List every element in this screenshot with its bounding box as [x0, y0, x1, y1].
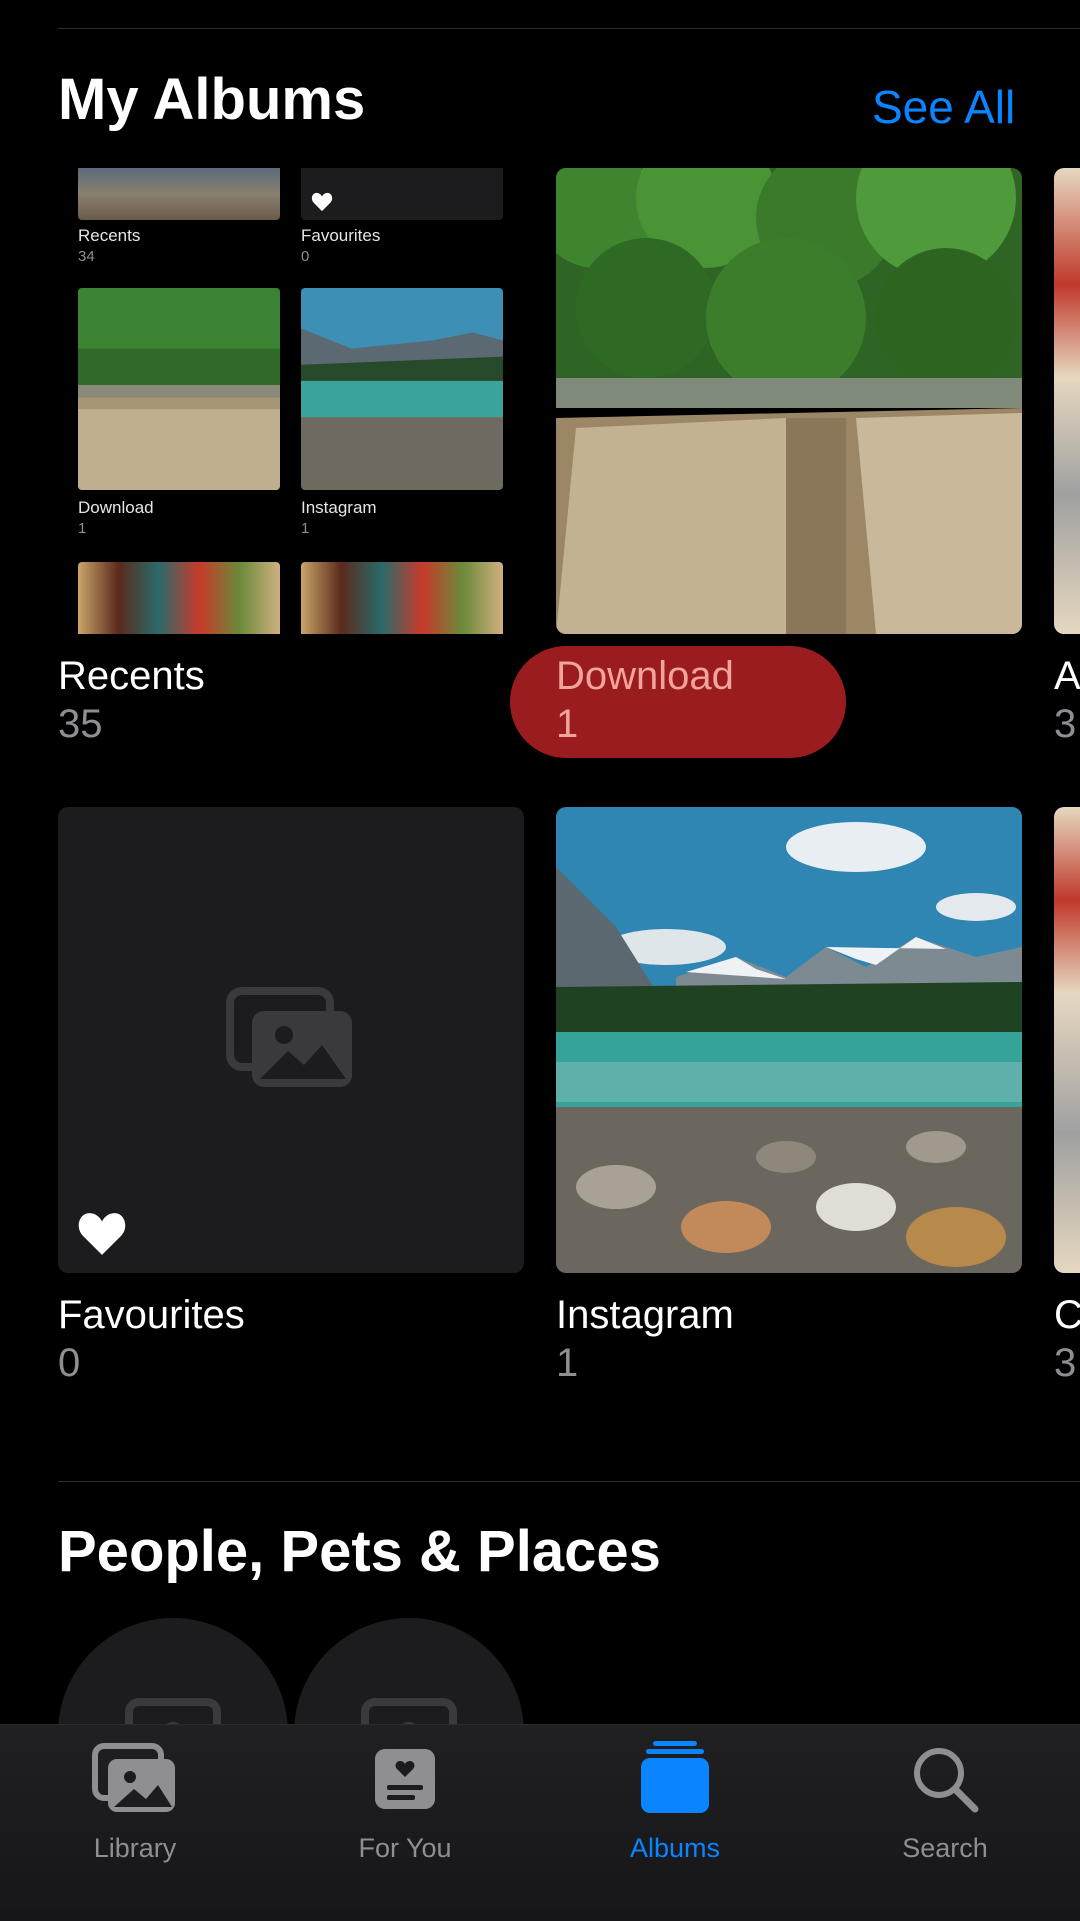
album-recents-thumbnail[interactable]: Recents 34 Favourites 0 Download 1 Insta…: [58, 168, 524, 634]
photos-stack-icon: [92, 1743, 175, 1812]
album-favourites-name: Favourites: [58, 1293, 245, 1337]
tab-library[interactable]: Library: [0, 1725, 270, 1921]
tab-for-you-label: For You: [358, 1833, 452, 1863]
see-all-button[interactable]: See All: [872, 80, 1015, 134]
heart-icon: [78, 1213, 126, 1255]
album-download-thumbnail[interactable]: [556, 168, 1022, 634]
mini-recents-thumb: [78, 168, 280, 220]
mini-instagram-count: 1: [301, 520, 310, 537]
album-c-name: C: [1054, 1293, 1080, 1337]
mini-instagram-name: Instagram: [301, 498, 377, 517]
mini-album-thumb: [78, 562, 280, 634]
mini-download-name: Download: [78, 498, 154, 517]
album-c-thumbnail[interactable]: [1054, 807, 1080, 1273]
albums-icon: [641, 1741, 709, 1813]
tab-search-label: Search: [902, 1833, 988, 1863]
for-you-icon: [375, 1749, 435, 1809]
mini-download-thumb: [78, 288, 280, 490]
my-albums-title: My Albums: [58, 67, 366, 132]
tab-search[interactable]: Search: [810, 1725, 1080, 1921]
album-recents-count: 35: [58, 702, 103, 746]
section-divider: [58, 1481, 1080, 1482]
album-instagram-count: 1: [556, 1341, 579, 1385]
heart-icon: [311, 192, 333, 212]
album-c-count: 3: [1054, 1341, 1077, 1385]
album-instagram-name: Instagram: [556, 1293, 734, 1337]
mini-download-count: 1: [78, 520, 87, 537]
mini-favourites-count: 0: [301, 248, 310, 265]
album-download-name: Download: [556, 654, 734, 698]
top-divider: [58, 28, 1080, 29]
photos-placeholder-icon: [226, 987, 352, 1087]
people-section-title: People, Pets & Places: [58, 1519, 661, 1584]
tab-library-label: Library: [93, 1833, 177, 1863]
search-icon: [914, 1748, 979, 1813]
album-download-count: 1: [556, 702, 579, 746]
mini-instagram-thumb: [301, 288, 503, 490]
album-favourites-thumbnail[interactable]: [58, 807, 524, 1273]
tab-bar: Library For You Albums Search: [0, 1724, 1080, 1921]
album-a-thumbnail[interactable]: [1054, 168, 1080, 634]
mini-favourites-thumb: [301, 168, 503, 220]
mini-recents-name: Recents: [78, 226, 141, 245]
album-instagram-thumbnail[interactable]: [556, 807, 1022, 1273]
mini-album-thumb: [301, 562, 503, 634]
album-recents-name: Recents: [58, 654, 205, 698]
tab-albums-label: Albums: [629, 1833, 721, 1863]
tab-for-you[interactable]: For You: [270, 1725, 540, 1921]
tab-albums[interactable]: Albums: [540, 1725, 810, 1921]
album-favourites-count: 0: [58, 1341, 81, 1385]
album-a-count: 3: [1054, 702, 1077, 746]
album-a-name: A: [1054, 654, 1080, 698]
mini-recents-count: 34: [78, 248, 95, 265]
mini-favourites-name: Favourites: [301, 226, 381, 245]
